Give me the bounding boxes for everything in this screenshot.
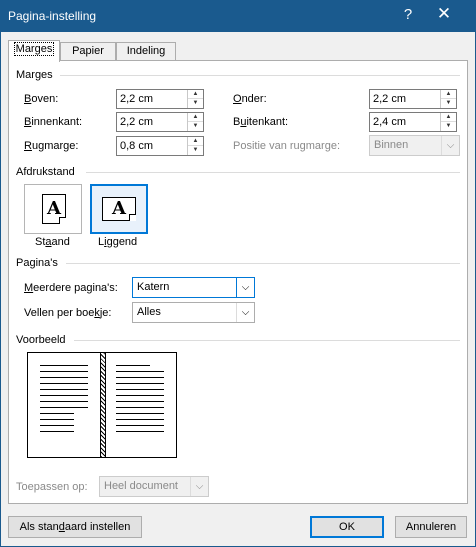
margins-group-label: Marges	[16, 69, 53, 81]
sheets-per-booklet-label: Vellen per boekje:	[24, 307, 112, 319]
chevron-down-icon[interactable]: ⌵	[236, 303, 254, 322]
preview-booklet	[27, 352, 177, 458]
preview-right-page-text	[116, 365, 164, 437]
spin-up-icon[interactable]: ▲	[188, 137, 203, 146]
divider	[86, 172, 460, 173]
spin-down-icon[interactable]: ▼	[188, 99, 203, 108]
landscape-label: Liggend	[98, 236, 138, 248]
apply-to-label: Toepassen op:	[16, 481, 88, 493]
landscape-page-icon: A	[102, 197, 136, 221]
multiple-pages-label: Meerdere pagina's:	[24, 282, 118, 294]
gutter-value: 0,8 cm	[120, 140, 154, 152]
top-margin-value: 2,2 cm	[120, 93, 154, 105]
tab-marges[interactable]: Marges	[8, 40, 60, 62]
outside-margin-label: Buitenkant:	[233, 116, 289, 128]
gutter-label: Rugmarge:	[24, 140, 79, 152]
orientation-group-label: Afdrukstand	[16, 166, 75, 178]
portrait-label: Staand	[35, 236, 70, 248]
inside-margin-label: Binnenkant:	[24, 116, 83, 128]
set-as-default-button[interactable]: Als standaard instellen	[8, 516, 142, 538]
pages-group-label: Pagina's	[16, 257, 58, 269]
gutter-spinner[interactable]: 0,8 cm ▲ ▼	[116, 136, 204, 156]
chevron-down-icon: ⌵	[441, 136, 459, 155]
multiple-pages-value: Katern	[137, 281, 170, 293]
chevron-down-icon[interactable]: ⌵	[236, 278, 254, 297]
close-button[interactable]: ✕	[432, 4, 456, 28]
landscape-option[interactable]: A	[90, 184, 148, 234]
spin-down-icon[interactable]: ▼	[188, 122, 203, 131]
top-margin-spinner[interactable]: 2,2 cm ▲ ▼	[116, 89, 204, 109]
portrait-option[interactable]: A	[24, 184, 82, 234]
bottom-margin-value: 2,2 cm	[373, 93, 407, 105]
inside-margin-spinner[interactable]: 2,2 cm ▲ ▼	[116, 112, 204, 132]
portrait-page-icon: A	[42, 194, 66, 224]
spin-up-icon[interactable]: ▲	[188, 90, 203, 99]
spin-up-icon[interactable]: ▲	[441, 113, 456, 122]
window-title: Pagina-instelling	[8, 9, 97, 23]
bottom-margin-label: Onder:	[233, 93, 267, 105]
gutter-position-value: Binnen	[374, 139, 409, 151]
title-bar: Pagina-instelling ? ✕	[0, 0, 476, 32]
preview-left-page-text	[40, 365, 88, 437]
cancel-button[interactable]: Annuleren	[395, 516, 467, 538]
spin-down-icon[interactable]: ▼	[441, 122, 456, 131]
sheets-per-booklet-value: Alles	[137, 306, 161, 318]
inside-margin-value: 2,2 cm	[120, 116, 154, 128]
ok-button[interactable]: OK	[310, 516, 384, 538]
outside-margin-spinner[interactable]: 2,4 cm ▲ ▼	[369, 112, 457, 132]
apply-to-value: Heel document	[104, 480, 178, 492]
apply-to-select: Heel document ⌵	[99, 476, 209, 497]
chevron-down-icon: ⌵	[190, 477, 208, 496]
divider	[74, 340, 460, 341]
spin-down-icon[interactable]: ▼	[441, 99, 456, 108]
tab-papier[interactable]: Papier	[60, 42, 116, 60]
help-button[interactable]: ?	[398, 6, 418, 26]
divider	[60, 75, 460, 76]
top-margin-label: Boven:	[24, 93, 59, 105]
spin-up-icon[interactable]: ▲	[188, 113, 203, 122]
sheets-per-booklet-select[interactable]: Alles ⌵	[132, 302, 255, 323]
spin-down-icon[interactable]: ▼	[188, 146, 203, 155]
preview-group-label: Voorbeeld	[16, 334, 66, 346]
gutter-position-label: Positie van rugmarge:	[233, 140, 340, 152]
bottom-margin-spinner[interactable]: 2,2 cm ▲ ▼	[369, 89, 457, 109]
tab-indeling[interactable]: Indeling	[116, 42, 176, 60]
preview-spine	[100, 353, 106, 457]
divider	[66, 263, 460, 264]
spin-up-icon[interactable]: ▲	[441, 90, 456, 99]
multiple-pages-select[interactable]: Katern ⌵	[132, 277, 255, 298]
outside-margin-value: 2,4 cm	[373, 116, 407, 128]
gutter-position-select: Binnen ⌵	[369, 135, 460, 156]
